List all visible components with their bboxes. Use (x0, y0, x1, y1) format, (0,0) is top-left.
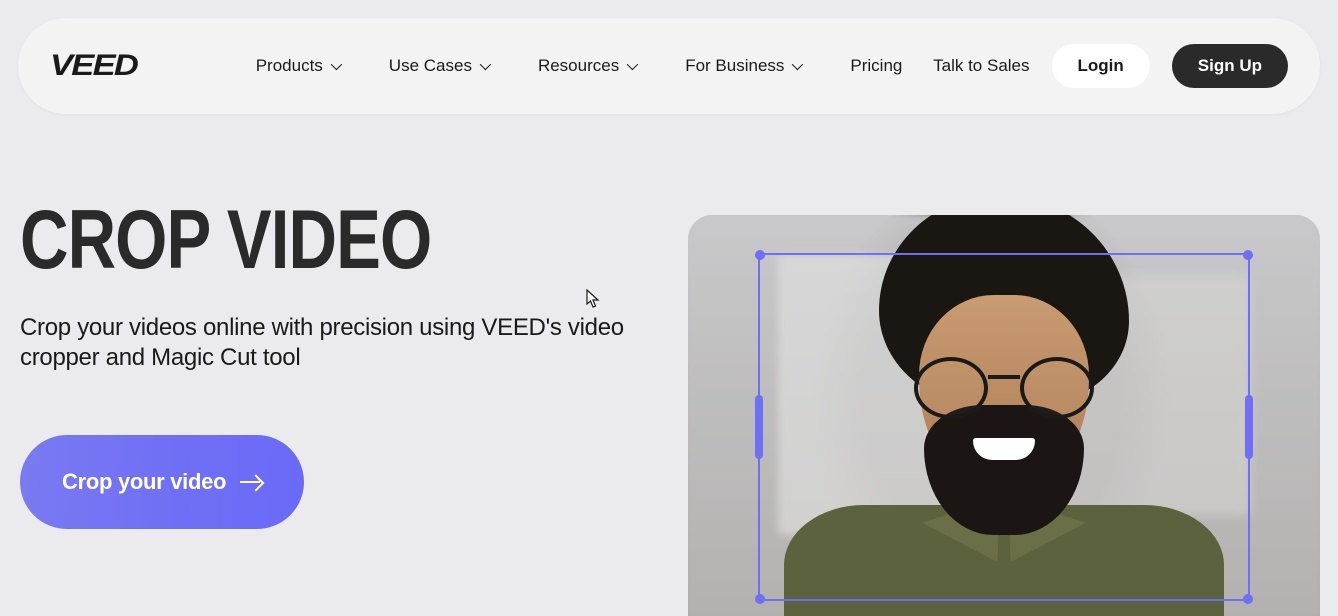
page-subtitle: Crop your videos online with precision u… (20, 313, 660, 373)
page-title: CROP VIDEO (20, 198, 609, 282)
hero-preview (688, 215, 1320, 616)
nav-resources[interactable]: Resources (538, 56, 635, 76)
signup-button[interactable]: Sign Up (1172, 44, 1288, 88)
talk-to-sales-link[interactable]: Talk to Sales (933, 56, 1029, 76)
hero-section: CROP VIDEO Crop your videos online with … (0, 196, 1338, 529)
nav-pricing[interactable]: Pricing (850, 56, 902, 76)
site-header: VEED Products Use Cases Resources For Bu… (18, 18, 1320, 114)
nav-label: Products (256, 56, 323, 76)
login-button[interactable]: Login (1052, 44, 1150, 88)
nav-products[interactable]: Products (256, 56, 339, 76)
cta-label: Crop your video (62, 469, 226, 495)
cursor-icon (586, 289, 600, 309)
crop-video-cta-button[interactable]: Crop your video (20, 435, 304, 529)
nav-label: Resources (538, 56, 619, 76)
nav-label: For Business (685, 56, 784, 76)
main-nav: Products Use Cases Resources For Busines… (256, 56, 933, 76)
chevron-down-icon (480, 59, 491, 70)
header-actions: Talk to Sales Login Sign Up (933, 44, 1288, 88)
chevron-down-icon (331, 59, 342, 70)
nav-for-business[interactable]: For Business (685, 56, 800, 76)
nav-label: Use Cases (389, 56, 472, 76)
nav-use-cases[interactable]: Use Cases (389, 56, 488, 76)
video-preview-image (688, 215, 1320, 616)
logo[interactable]: VEED (50, 49, 137, 83)
arrow-right-icon (240, 476, 262, 488)
hero-copy: CROP VIDEO Crop your videos online with … (20, 196, 660, 529)
chevron-down-icon (627, 59, 638, 70)
chevron-down-icon (792, 59, 803, 70)
nav-label: Pricing (850, 56, 902, 76)
